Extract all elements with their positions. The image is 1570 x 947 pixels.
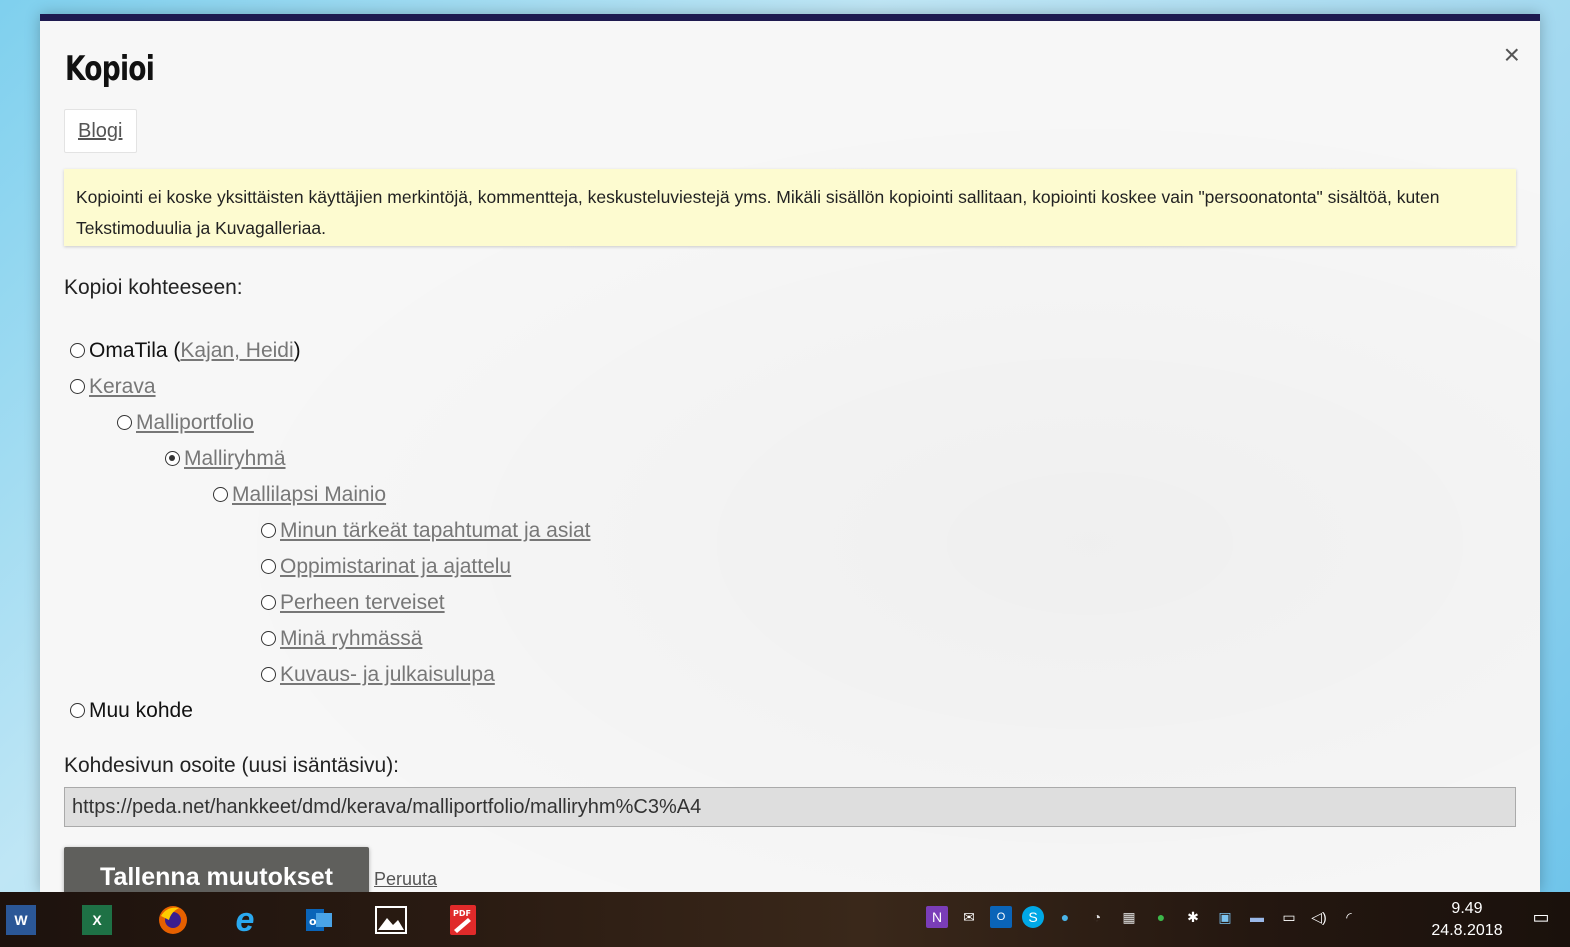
option-link[interactable]: Malliryhmä (184, 447, 286, 470)
bluetooth-icon[interactable]: ✱ (1182, 906, 1204, 928)
tab-blogi[interactable]: Blogi (64, 109, 138, 153)
option-kerava[interactable]: Kerava (70, 373, 156, 401)
target-label: Kopioi kohteeseen: (64, 276, 243, 299)
pdf-icon[interactable]: PDF (446, 903, 480, 937)
close-icon[interactable]: × (1504, 41, 1520, 69)
option-tapahtumat[interactable]: Minun tärkeät tapahtumat ja asiat (261, 517, 591, 545)
mail-icon[interactable]: ✉ (958, 906, 980, 928)
option-link[interactable]: Mallilapsi Mainio (232, 483, 386, 506)
skype-icon[interactable]: S (1022, 906, 1044, 928)
option-link[interactable]: Malliportfolio (136, 411, 254, 434)
option-label: OmaTila ( (89, 339, 181, 362)
clock-time: 9.49 (1451, 900, 1483, 917)
save-button[interactable]: Tallenna muutokset (64, 847, 369, 892)
option-julkaisulupa[interactable]: Kuvaus- ja julkaisulupa (261, 661, 495, 689)
radio-button[interactable] (261, 523, 276, 538)
battery-icon[interactable]: ▭ (1278, 906, 1300, 928)
dialog-title: Kopioi (65, 49, 155, 89)
calendar-icon[interactable]: ▦ (1118, 906, 1140, 928)
wifi-icon[interactable]: ◜ (1338, 906, 1360, 928)
app-icon[interactable]: ▣ (1214, 906, 1236, 928)
notification-icon[interactable]: ▭ (1530, 906, 1552, 928)
radio-button[interactable] (213, 487, 228, 502)
copy-dialog: Kopioi × Blogi Kopiointi ei koske yksitt… (40, 14, 1540, 892)
url-label: Kohdesivun osoite (uusi isäntäsivu): (64, 754, 400, 777)
outlook-tray-icon[interactable]: O (990, 906, 1012, 928)
option-link[interactable]: Kerava (89, 375, 156, 398)
word-icon[interactable]: W (6, 905, 36, 935)
network-icon[interactable]: ● (1054, 906, 1076, 928)
radio-button[interactable] (70, 703, 85, 718)
clock-date: 24.8.2018 (1431, 922, 1503, 939)
radio-button[interactable] (70, 343, 85, 358)
radio-button[interactable] (261, 559, 276, 574)
option-label: Muu kohde (89, 699, 193, 722)
option-link[interactable]: Perheen terveiset (280, 591, 445, 614)
option-oppimistarinat[interactable]: Oppimistarinat ja ajattelu (261, 553, 511, 581)
owner-link[interactable]: Kajan, Heidi (180, 339, 293, 362)
option-link[interactable]: Minä ryhmässä (280, 627, 422, 650)
option-malliportfolio[interactable]: Malliportfolio (117, 409, 254, 437)
option-mina-ryhmassa[interactable]: Minä ryhmässä (261, 625, 422, 653)
svg-text:PDF: PDF (453, 909, 471, 918)
svg-text:o: o (309, 915, 317, 928)
onenote-icon[interactable]: N (926, 906, 948, 928)
option-mallilapsi[interactable]: Mallilapsi Mainio (213, 481, 386, 509)
cancel-link[interactable]: Peruuta (374, 869, 437, 890)
info-notice: Kopiointi ei koske yksittäisten käyttäji… (64, 169, 1516, 246)
photos-icon[interactable] (374, 903, 408, 937)
drive-icon[interactable]: ◔ (1086, 906, 1108, 928)
radio-button-selected[interactable] (165, 451, 180, 466)
option-link[interactable]: Kuvaus- ja julkaisulupa (280, 663, 495, 686)
option-omatila[interactable]: OmaTila (Kajan, Heidi) (70, 337, 301, 365)
radio-button[interactable] (70, 379, 85, 394)
edge-icon[interactable]: e (228, 901, 262, 939)
option-malliryhma[interactable]: Malliryhmä (165, 445, 286, 473)
radio-button[interactable] (261, 631, 276, 646)
firefox-icon[interactable] (156, 903, 190, 937)
clock[interactable]: 9.49 24.8.2018 (1427, 898, 1507, 942)
radio-button[interactable] (117, 415, 132, 430)
radio-button[interactable] (261, 667, 276, 682)
option-link[interactable]: Minun tärkeät tapahtumat ja asiat (280, 519, 591, 542)
option-suffix: ) (293, 339, 301, 362)
display-icon[interactable]: ▬ (1246, 906, 1268, 928)
option-link[interactable]: Oppimistarinat ja ajattelu (280, 555, 511, 578)
volume-icon[interactable]: ◁) (1308, 906, 1330, 928)
option-muu-kohde[interactable]: Muu kohde (70, 697, 193, 725)
outlook-icon[interactable]: o (302, 903, 336, 937)
excel-icon[interactable]: X (82, 905, 112, 935)
radio-button[interactable] (261, 595, 276, 610)
sync-icon[interactable]: ● (1150, 906, 1172, 928)
taskbar: W X e o PDF N ✉ O S ● ◔ ▦ ● ✱ ▣ ▬ ▭ ◁) ◜… (0, 892, 1570, 947)
option-perheen-terveiset[interactable]: Perheen terveiset (261, 589, 445, 617)
target-url-field[interactable]: https://peda.net/hankkeet/dmd/kerava/mal… (64, 787, 1516, 827)
